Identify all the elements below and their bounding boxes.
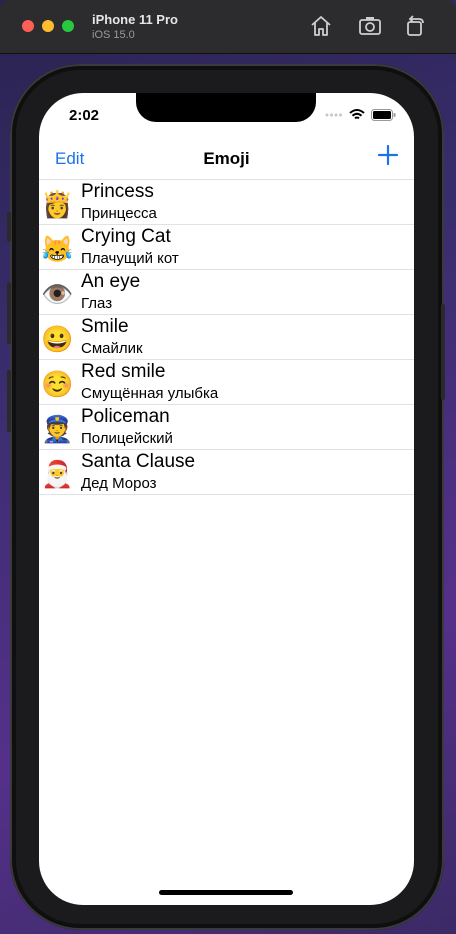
status-icons — [325, 108, 396, 122]
list-item[interactable]: 😹 Crying Cat Плачущий кот — [39, 225, 414, 270]
simulator-titlebar: iPhone 11 Pro iOS 15.0 — [0, 0, 456, 54]
notch — [136, 93, 316, 122]
emoji-glyph: 👮 — [41, 414, 74, 444]
page-title: Emoji — [203, 149, 250, 168]
emoji-glyph: 🎅 — [41, 459, 74, 489]
home-indicator[interactable] — [159, 890, 293, 895]
item-subtitle: Полицейский — [81, 430, 173, 447]
screenshot-icon[interactable] — [357, 13, 383, 39]
item-title: Santa Clause — [81, 451, 196, 472]
volume-up-button[interactable] — [7, 282, 11, 344]
volume-down-button[interactable] — [7, 370, 11, 432]
mute-switch[interactable] — [7, 212, 11, 242]
side-button[interactable] — [441, 304, 445, 400]
item-subtitle: Глаз — [81, 295, 113, 312]
emoji-glyph: 😹 — [41, 234, 74, 264]
emoji-list: 👸 Princess Принцесса 😹 Crying Cat Плачущий ко… — [39, 180, 414, 495]
list-item[interactable]: 👮 Policeman Полицейский — [39, 405, 414, 450]
minimize-window-button[interactable] — [42, 20, 54, 32]
item-subtitle: Принцесса — [81, 205, 157, 222]
wifi-icon — [349, 109, 365, 120]
emoji-glyph: 👸 — [41, 189, 74, 219]
item-title: Smile — [81, 316, 129, 337]
close-window-button[interactable] — [22, 20, 34, 32]
emoji-glyph: 👁️ — [41, 279, 74, 309]
device-name: iPhone 11 Pro — [92, 12, 178, 27]
rotate-icon[interactable] — [402, 13, 428, 39]
home-icon[interactable] — [308, 13, 334, 39]
emoji-glyph: ☺️ — [41, 369, 74, 399]
list-item[interactable]: ☺️ Red smile Смущённая улыбка — [39, 360, 414, 405]
item-title: An eye — [81, 271, 141, 292]
status-time: 2:02 — [69, 107, 100, 124]
item-title: Crying Cat — [81, 226, 171, 247]
navigation-bar: Edit Emoji — [39, 135, 414, 180]
device-screen: 2:02 Edit Emoji 👸 Princess Принцесса 😹 Cryin… — [39, 93, 414, 905]
item-title: Princess — [81, 181, 154, 202]
list-item[interactable]: 🎅 Santa Clause Дед Мороз — [39, 450, 414, 495]
item-subtitle: Дед Мороз — [81, 475, 157, 492]
list-item[interactable]: 👸 Princess Принцесса — [39, 180, 414, 225]
item-title: Red smile — [81, 361, 166, 382]
list-item[interactable]: 👁️ An eye Глаз — [39, 270, 414, 315]
item-subtitle: Плачущий кот — [81, 250, 179, 267]
emoji-glyph: 😀 — [41, 324, 74, 354]
battery-icon — [371, 109, 396, 121]
item-title: Policeman — [81, 406, 170, 427]
signal-icon — [325, 113, 342, 117]
list-item[interactable]: 😀 Smile Смайлик — [39, 315, 414, 360]
item-subtitle: Смайлик — [81, 340, 143, 357]
item-subtitle: Смущённая улыбка — [81, 385, 219, 402]
os-version: iOS 15.0 — [92, 29, 135, 41]
plus-icon[interactable] — [377, 144, 399, 166]
zoom-window-button[interactable] — [62, 20, 74, 32]
